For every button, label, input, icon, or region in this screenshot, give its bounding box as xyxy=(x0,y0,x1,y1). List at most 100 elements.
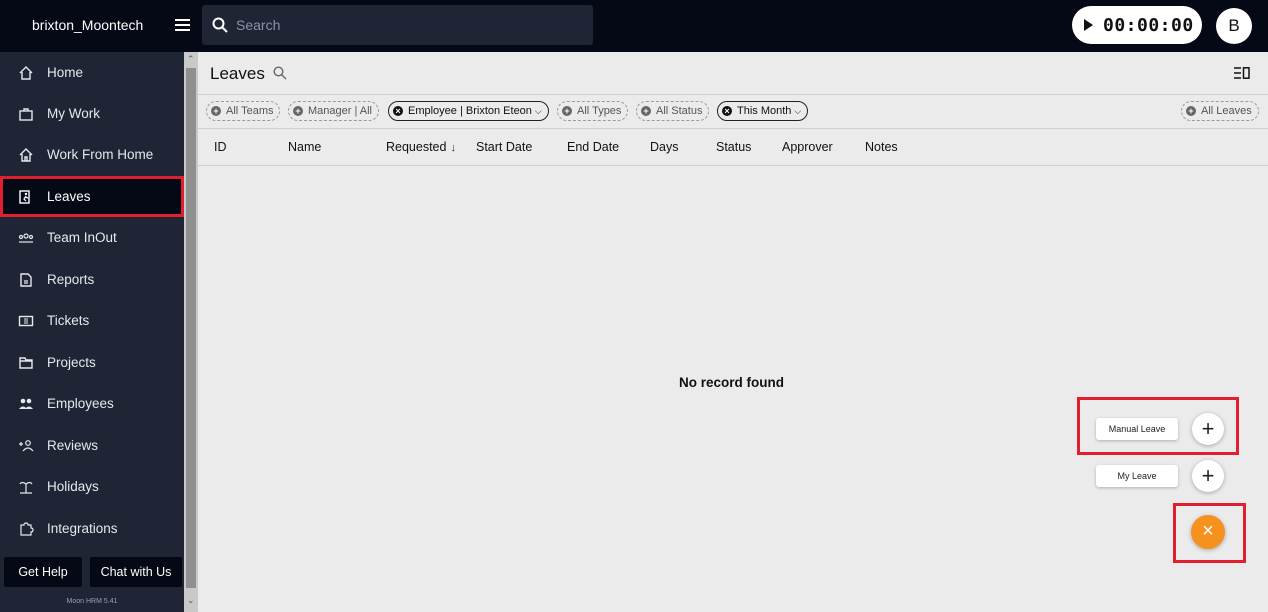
remove-icon[interactable]: × xyxy=(722,106,732,116)
filter-all-types[interactable]: + All Types xyxy=(557,101,629,121)
plus-icon: + xyxy=(1201,416,1215,441)
column-approver[interactable]: Approver xyxy=(782,140,833,154)
sidebar-item-my-work[interactable]: My Work xyxy=(0,93,184,134)
sidebar-item-tickets[interactable]: Tickets xyxy=(0,300,184,341)
timer-button[interactable]: 00:00:00 xyxy=(1072,6,1202,44)
top-bar: brixton_Moontech 00:00:00 B xyxy=(0,0,1268,52)
sidebar-item-work-from-home[interactable]: Work From Home xyxy=(0,134,184,175)
plus-icon: + xyxy=(641,106,651,116)
sidebar-item-holidays[interactable]: Holidays xyxy=(0,466,184,507)
plus-icon: + xyxy=(211,106,221,116)
column-days[interactable]: Days xyxy=(650,140,678,154)
column-id[interactable]: ID xyxy=(214,140,227,154)
review-icon xyxy=(18,438,34,454)
chevron-down-icon: ⌵ xyxy=(534,105,542,116)
team-icon xyxy=(18,230,34,246)
avatar[interactable]: B xyxy=(1216,8,1252,44)
search-box[interactable] xyxy=(202,5,593,45)
column-requested[interactable]: Requested ↓ xyxy=(386,140,456,154)
chevron-down-icon: ⌵ xyxy=(794,105,802,116)
close-icon: × xyxy=(1202,520,1214,542)
chat-with-us-button[interactable]: Chat with Us xyxy=(90,557,182,587)
chip-label: All Status xyxy=(656,105,703,117)
scrollbar-thumb[interactable] xyxy=(186,68,196,588)
sidebar-item-projects[interactable]: Projects xyxy=(0,342,184,383)
chip-label: Employee | Brixton Eteon xyxy=(408,105,532,117)
get-help-button[interactable]: Get Help xyxy=(4,557,82,587)
sidebar-item-label: Reviews xyxy=(47,438,99,453)
home-icon xyxy=(18,65,34,81)
sidebar-scrollbar[interactable]: ⌃ ⌄ xyxy=(184,52,198,612)
sidebar-item-leaves[interactable]: Leaves xyxy=(0,176,184,217)
folder-icon xyxy=(18,355,34,371)
column-settings-icon[interactable] xyxy=(1234,67,1250,79)
empty-state-message: No record found xyxy=(679,375,784,390)
chip-label: This Month xyxy=(737,105,792,117)
add-manual-leave-button[interactable]: + xyxy=(1192,413,1224,445)
divider xyxy=(198,165,1268,166)
filter-all-leaves[interactable]: + All Leaves xyxy=(1181,101,1259,121)
sidebar-item-label: Home xyxy=(47,65,84,80)
filter-all-status[interactable]: + All Status xyxy=(636,101,710,121)
app-version: Moon HRM 5.41 xyxy=(66,598,118,605)
plus-icon: + xyxy=(293,106,303,116)
filter-manager[interactable]: + Manager | All xyxy=(288,101,380,121)
sidebar-item-team-inout[interactable]: Team InOut xyxy=(0,217,184,258)
divider xyxy=(198,94,1268,95)
chip-label: Manager | All xyxy=(308,105,373,117)
people-icon xyxy=(18,396,34,412)
plus-icon: + xyxy=(562,106,572,116)
add-my-leave-button[interactable]: + xyxy=(1192,460,1224,492)
house-icon xyxy=(18,147,34,163)
chip-label: All Types xyxy=(577,105,622,117)
timer-display: 00:00:00 xyxy=(1103,14,1194,36)
sidebar-item-label: Reports xyxy=(47,272,95,287)
filter-all-teams[interactable]: + All Teams xyxy=(206,101,281,121)
beach-icon xyxy=(18,479,34,495)
filter-employee[interactable]: × Employee | Brixton Eteon ⌵ xyxy=(388,101,549,121)
document-icon xyxy=(18,272,34,288)
search-input[interactable] xyxy=(236,16,576,34)
sidebar-item-reports[interactable]: Reports xyxy=(0,259,184,300)
column-end-date[interactable]: End Date xyxy=(567,140,619,154)
chip-label: All Teams xyxy=(226,105,274,117)
column-name[interactable]: Name xyxy=(288,140,321,154)
column-start-date[interactable]: Start Date xyxy=(476,140,532,154)
exit-icon xyxy=(18,189,34,205)
play-icon xyxy=(1084,19,1093,31)
manual-leave-label[interactable]: Manual Leave xyxy=(1096,418,1178,440)
sidebar-item-label: Work From Home xyxy=(47,147,154,162)
sidebar-item-label: Leaves xyxy=(47,189,91,204)
hamburger-menu-icon[interactable] xyxy=(175,16,191,34)
column-label: Requested xyxy=(386,140,447,154)
sidebar-item-integrations[interactable]: Integrations xyxy=(0,508,184,549)
scroll-down-icon[interactable]: ⌄ xyxy=(187,595,195,606)
remove-icon[interactable]: × xyxy=(393,106,403,116)
briefcase-icon xyxy=(18,106,34,122)
plus-icon: + xyxy=(1186,106,1196,116)
sidebar-item-label: Projects xyxy=(47,355,96,370)
column-status[interactable]: Status xyxy=(716,140,751,154)
filter-this-month[interactable]: × This Month ⌵ xyxy=(717,101,809,121)
scroll-up-icon[interactable]: ⌃ xyxy=(187,54,195,65)
sidebar: Home My Work Work From Home Leaves Team … xyxy=(0,52,184,612)
sidebar-item-label: Team InOut xyxy=(47,230,117,245)
search-icon[interactable] xyxy=(273,66,287,80)
sidebar-item-reviews[interactable]: Reviews xyxy=(0,425,184,466)
sidebar-item-employees[interactable]: Employees xyxy=(0,383,184,424)
search-icon xyxy=(212,17,228,33)
plus-icon: + xyxy=(1201,463,1215,488)
brand-name[interactable]: brixton_Moontech xyxy=(32,17,143,33)
sidebar-item-label: My Work xyxy=(47,106,100,121)
sidebar-item-label: Holidays xyxy=(47,479,99,494)
page-title: Leaves xyxy=(210,64,265,83)
sort-down-icon[interactable]: ↓ xyxy=(450,142,456,154)
sidebar-item-label: Tickets xyxy=(47,313,90,328)
fab-close-button[interactable]: × xyxy=(1191,515,1225,549)
sidebar-item-home[interactable]: Home xyxy=(0,52,184,93)
sidebar-item-label: Integrations xyxy=(47,521,118,536)
divider xyxy=(198,128,1268,129)
column-notes[interactable]: Notes xyxy=(865,140,898,154)
my-leave-label[interactable]: My Leave xyxy=(1096,465,1178,487)
puzzle-icon xyxy=(18,521,34,537)
